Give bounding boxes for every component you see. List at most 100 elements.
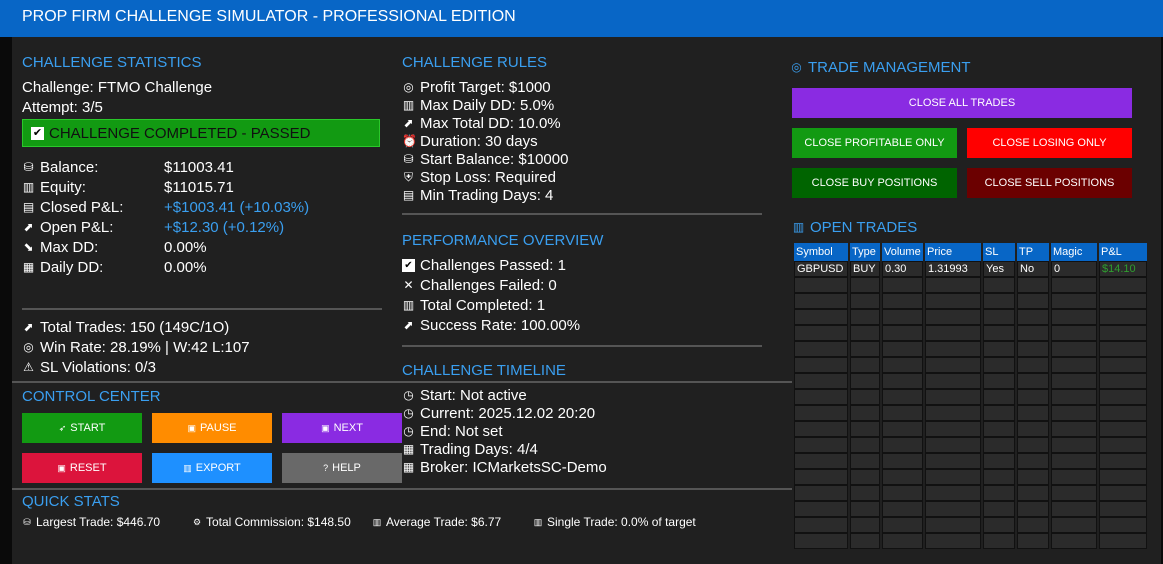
reset-button[interactable]: ▣ RESET xyxy=(22,453,142,483)
empty-cell xyxy=(1017,309,1049,325)
money-bag-icon: ⛁ xyxy=(23,160,34,174)
pause-button[interactable]: ▣ PAUSE xyxy=(152,413,272,443)
close-sell-button[interactable]: CLOSE SELL POSITIONS xyxy=(967,168,1132,198)
rule-max-daily-dd: ▥ Max Daily DD: 5.0% xyxy=(402,97,555,114)
col-tp: TP xyxy=(1017,243,1049,261)
empty-cell xyxy=(850,341,880,357)
empty-cell xyxy=(983,277,1015,293)
col-symbol: Symbol xyxy=(794,243,848,261)
empty-cell xyxy=(850,453,880,469)
table-row[interactable]: GBPUSD BUY 0.30 1.31993 Yes No 0 $14.10 xyxy=(794,261,1147,277)
empty-cell xyxy=(850,405,880,421)
col-price: Price xyxy=(925,243,981,261)
empty-cell xyxy=(983,309,1015,325)
close-profitable-button[interactable]: CLOSE PROFITABLE ONLY xyxy=(792,128,957,158)
close-buy-button[interactable]: CLOSE BUY POSITIONS xyxy=(792,168,957,198)
target-icon: ◎ xyxy=(403,80,414,94)
stat-row-daily-dd: ▦ Daily DD: 0.00% xyxy=(22,259,207,276)
empty-cell xyxy=(794,517,848,533)
empty-cell xyxy=(850,293,880,309)
target-icon: ◎ xyxy=(23,340,34,354)
empty-cell xyxy=(1017,325,1049,341)
empty-cell xyxy=(1099,309,1147,325)
status-banner: ✔ CHALLENGE COMPLETED - PASSED xyxy=(22,119,380,147)
empty-cell xyxy=(1017,517,1049,533)
empty-cell xyxy=(1051,405,1097,421)
empty-cell xyxy=(1017,405,1049,421)
help-button[interactable]: ? HELP xyxy=(282,453,402,483)
empty-cell xyxy=(850,517,880,533)
rule-max-total-dd: ⬈ Max Total DD: 10.0% xyxy=(403,115,561,132)
stats-divider xyxy=(22,308,382,310)
empty-cell xyxy=(925,389,981,405)
empty-cell xyxy=(850,501,880,517)
empty-cell xyxy=(882,485,923,501)
quick-largest-trade: ⛁ Largest Trade: $446.70 xyxy=(23,515,161,529)
empty-cell xyxy=(983,501,1015,517)
empty-cell xyxy=(882,453,923,469)
stat-row-max-dd: ⬊ Max DD: 0.00% xyxy=(23,239,207,256)
rule-stop-loss: ⛨ Stop Loss: Required xyxy=(403,169,556,186)
empty-cell xyxy=(925,421,981,437)
empty-cell xyxy=(850,469,880,485)
empty-cell xyxy=(1099,341,1147,357)
chart-up-icon: ⬈ xyxy=(23,220,34,234)
empty-cell xyxy=(850,373,880,389)
empty-cell xyxy=(1017,341,1049,357)
empty-cell xyxy=(925,373,981,389)
open-trades-heading: ▥ OPEN TRADES xyxy=(792,219,918,236)
empty-cell xyxy=(1051,501,1097,517)
app-title: PROP FIRM CHALLENGE SIMULATOR - PROFESSI… xyxy=(22,8,516,25)
empty-cell xyxy=(983,357,1015,373)
empty-cell xyxy=(1017,437,1049,453)
table-row-empty xyxy=(794,501,1147,517)
close-all-trades-button[interactable]: CLOSE ALL TRADES xyxy=(792,88,1132,118)
money-bag-icon: ⛁ xyxy=(403,152,414,166)
table-row-empty xyxy=(794,389,1147,405)
stat-row-balance: ⛁ Balance: $11003.41 xyxy=(23,159,234,176)
close-losing-button[interactable]: CLOSE LOSING ONLY xyxy=(967,128,1132,158)
money-bag-icon: ⛁ xyxy=(23,517,31,527)
empty-cell xyxy=(1017,501,1049,517)
empty-cell xyxy=(925,357,981,373)
empty-cell xyxy=(1017,277,1049,293)
empty-cell xyxy=(925,517,981,533)
pause-icon: ▣ xyxy=(187,422,197,433)
empty-cell xyxy=(1017,453,1049,469)
cell-sl: Yes xyxy=(983,261,1015,277)
next-button[interactable]: ▣ NEXT xyxy=(282,413,402,443)
cell-tp: No xyxy=(1017,261,1049,277)
table-header-row: Symbol Type Volume Price SL TP Magic P&L xyxy=(794,243,1147,261)
empty-cell xyxy=(882,501,923,517)
chart-down-icon: ⬊ xyxy=(23,240,34,254)
building-icon: ▦ xyxy=(402,460,415,474)
bar-chart-icon: ▥ xyxy=(792,220,805,234)
export-button[interactable]: ▥ EXPORT xyxy=(152,453,272,483)
empty-cell xyxy=(882,293,923,309)
empty-cell xyxy=(983,453,1015,469)
challenge-name: Challenge: FTMO Challenge xyxy=(22,79,213,96)
table-row-empty xyxy=(794,517,1147,533)
clipboard-icon: ▤ xyxy=(402,188,415,202)
empty-cell xyxy=(1051,357,1097,373)
control-divider xyxy=(12,381,792,383)
empty-cell xyxy=(1051,389,1097,405)
empty-cell xyxy=(925,437,981,453)
quick-single-trade: ▥ Single Trade: 0.0% of target xyxy=(533,515,696,529)
empty-cell xyxy=(925,277,981,293)
empty-cell xyxy=(983,533,1015,549)
challenge-statistics-heading: CHALLENGE STATISTICS xyxy=(22,54,202,71)
col-type: Type xyxy=(850,243,880,261)
cell-magic: 0 xyxy=(1051,261,1097,277)
win-rate: ◎ Win Rate: 28.19% | W:42 L:107 xyxy=(23,339,250,356)
empty-cell xyxy=(925,469,981,485)
table-row-empty xyxy=(794,373,1147,389)
empty-cell xyxy=(1099,373,1147,389)
rules-divider xyxy=(402,213,762,215)
bar-chart-icon: ▥ xyxy=(402,98,415,112)
empty-cell xyxy=(983,325,1015,341)
perf-challenges-passed: ✔ Challenges Passed: 1 xyxy=(402,257,566,274)
empty-cell xyxy=(882,341,923,357)
start-button[interactable]: ➶ START xyxy=(22,413,142,443)
empty-cell xyxy=(850,421,880,437)
